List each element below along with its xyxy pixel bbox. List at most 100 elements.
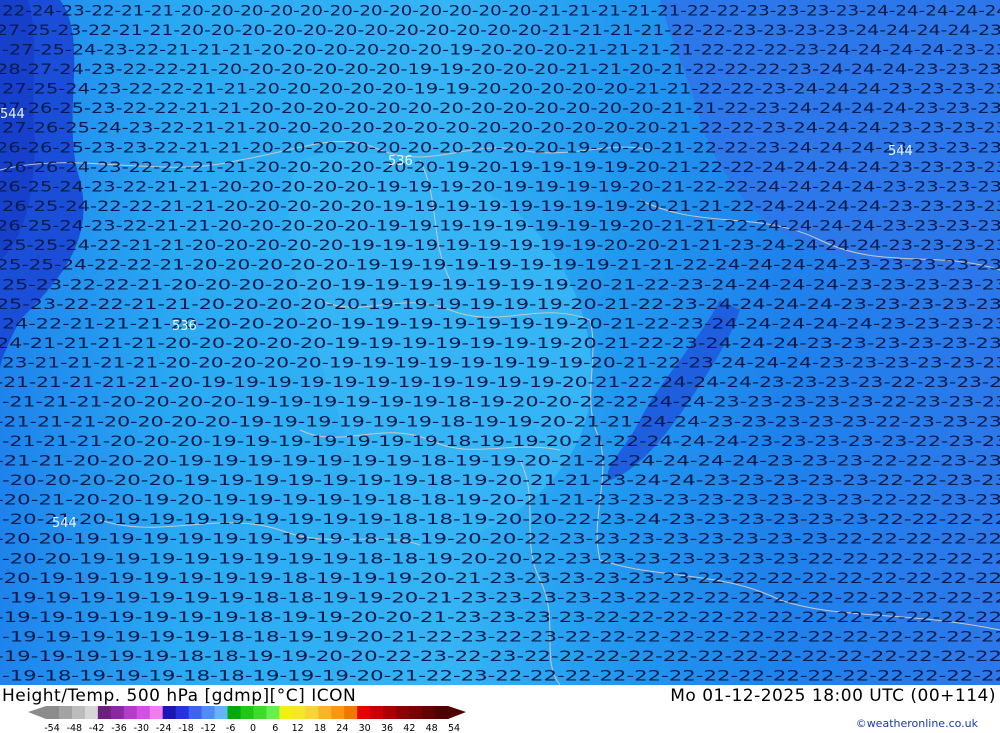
legend-color-box [253,706,267,719]
legend-color-box [227,706,242,719]
temperature-label-row: -20-21-20-19-19-19-19-19-19-19-19-18-18-… [2,512,1000,528]
legend-color-box [123,706,138,719]
legend-color-box [97,706,112,719]
legend-color-box [58,706,73,719]
temperature-label-row: 26-25-24-23-22-21-21-20-20-20-20-20-19-1… [0,179,1000,195]
legend-color-box [344,706,358,719]
legend-color-box [136,706,151,719]
geopotential-label: 544 [52,516,77,531]
legend-arrow-left [28,706,46,719]
temperature-label-row: 24-21-21-21-21-20-20-20-20-20-19-19-19-1… [0,336,1000,352]
legend-color-box [46,706,60,719]
geopotential-label: 544 [0,107,25,122]
temperature-label-row: 24-22-21-21-21-20-20-20-20-20-19-19-19-1… [2,316,1000,332]
valid-time: Mo 01-12-2025 18:00 UTC (00+114) [670,686,996,706]
legend-color-box [318,706,332,719]
temperature-label-row: -21-21-21-20-20-20-19-19-19-19-19-19-19-… [2,434,1000,450]
legend-tick-label: 24 [336,723,348,733]
temperature-label-row: 25-25-24-22-21-21-20-20-20-20-20-19-19-1… [2,238,1000,254]
legend-color-box [370,706,384,719]
legend-color-box [409,706,423,719]
legend-tick-label: 12 [292,723,304,733]
temperature-label-row: 27-25-24-23-22-22-21-21-20-20-20-20-20-1… [2,82,1000,98]
temperature-label-row: -19-18-19-19-19-18-18-19-19-19-20-21-22-… [2,669,1000,685]
temperature-label-row: -19-19-19-19-19-18-18-19-19-20-20-22-23-… [0,649,1000,665]
legend-tick-label: 42 [403,723,415,733]
legend-color-box [175,706,190,719]
temperature-label-row: 27-25-23-22-21-21-20-20-20-20-20-20-20-2… [0,23,1000,39]
legend-color-box [331,706,345,719]
temperature-label-row: 25-23-22-22-21-20-20-20-20-20-19-19-19-1… [2,277,1000,293]
temperature-label-row: -20-19-19-19-19-19-19-19-18-19-19-19-20-… [0,571,1000,587]
bottom-bar: Height/Temp. 500 hPa [gdmp][°C] ICON Mo … [0,685,1000,733]
temperature-label-row: -21-21-21-20-20-20-20-19-19-19-19-19-19-… [2,395,1000,411]
geopotential-label: 536 [172,319,197,334]
legend-tick-label: -42 [89,723,105,733]
legend-tick-label: 18 [314,723,326,733]
temperature-label-row: 27-26-25-24-23-22-21-21-20-20-20-20-20-2… [2,121,1000,137]
temperature-label-row: 26-25-24-23-22-21-21-20-20-20-20-20-19-1… [0,219,1000,235]
legend-color-box [201,706,216,719]
legend-arrow-right [448,706,466,719]
legend-color-box [71,706,86,719]
legend-color-box [422,706,436,719]
temperature-field: 22-24-23-22-21-21-20-20-20-20-20-20-20-2… [0,0,1000,685]
legend-color-box [292,706,306,719]
legend-tick-label: 0 [250,723,256,733]
temperature-label-row: 26-25-24-22-22-21-21-20-20-20-20-20-19-1… [2,199,1000,215]
legend-tick-label: 36 [381,723,393,733]
legend-color-box [84,706,99,719]
legend-tick-label: -12 [201,723,217,733]
legend-color-box [357,706,371,719]
color-legend: -54 -48 -42 -36 -30 -24 -18 -12 -6 0 6 12 18 24 30 36 42… [28,706,466,733]
temperature-label-row: -19-19-19-19-19-19-19-18-19-19-20-20-21-… [0,610,1000,626]
legend-color-box [149,706,164,719]
legend-color-box [383,706,397,719]
legend-color-box [266,706,280,719]
weather-map: 22-24-23-22-21-21-20-20-20-20-20-20-20-2… [0,0,1000,685]
credit-text[interactable]: ©weatheronline.co.uk [856,717,978,730]
legend-color-box [214,706,229,719]
legend-color-box [110,706,125,719]
temperature-label-row: 26-26-25-23-23-22-21-21-20-20-20-20-20-2… [0,140,1000,156]
legend-tick-label: -24 [156,723,172,733]
legend-tick-label: 30 [359,723,371,733]
legend-tick-label: -30 [134,723,150,733]
geopotential-label: 536 [388,154,413,169]
legend-color-box [305,706,319,719]
legend-tick-label: 6 [272,723,278,733]
temperature-label-row: 26-26-24-23-22-22-21-21-20-20-20-20-20-2… [2,160,1000,176]
legend-color-box [162,706,177,719]
temperature-label-row: -21-21-20-20-20-19-19-19-19-19-19-19-18-… [0,453,1000,469]
legend-color-box [279,706,293,719]
geopotential-label: 544 [888,144,913,159]
legend-color-box [188,706,203,719]
legend-tick-label: -48 [67,723,83,733]
temperature-label-row: 22-24-23-22-21-21-20-20-20-20-20-20-20-2… [2,3,1000,19]
temperature-label-row: -20-20-20-20-20-19-19-19-19-19-19-19-18-… [2,473,1000,489]
chart-title: Height/Temp. 500 hPa [gdmp][°C] ICON [2,686,357,706]
temperature-label-row: -21-21-21-20-20-20-20-19-19-19-19-19-19-… [0,414,1000,430]
temperature-label-row: 23-21-21-21-21-20-20-20-20-20-19-19-19-1… [2,356,1000,372]
legend-tick-label: 54 [448,723,460,733]
legend-tick-label: -36 [111,723,127,733]
temperature-label-row: -19-19-19-19-19-19-19-18-18-19-19-20-21-… [2,590,1000,606]
legend-tick-label: -18 [178,723,194,733]
legend-tick-label: -6 [226,723,235,733]
temperature-label-row: 25-23-22-22-21-21-20-20-20-20-20-19-19-1… [0,297,1000,313]
temperature-label-row: -20-20-19-19-19-19-19-19-19-19-18-18-19-… [2,551,1000,567]
temperature-label-row: 27-26-25-23-22-22-21-21-20-20-20-20-20-2… [0,101,1000,117]
legend-color-box [396,706,410,719]
legend-color-box [435,706,449,719]
legend-color-box [240,706,254,719]
temperature-label-row: 28-27-24-23-22-22-21-20-20-20-20-20-20-1… [0,62,1000,78]
temperature-label-row: 25-25-24-22-22-21-20-20-20-20-20-19-19-1… [0,258,1000,274]
temperature-label-row: -20-21-20-20-19-20-19-19-19-19-19-18-18-… [0,493,1000,509]
legend-tick-label: 48 [426,723,438,733]
temperature-labels: 22-24-23-22-21-21-20-20-20-20-20-20-20-2… [0,3,1000,684]
legend-tick-label: -54 [44,723,60,733]
temperature-label-row: -27-25-24-23-22-21-21-21-20-20-20-20-20-… [2,42,1000,58]
temperature-label-row: -19-19-19-19-19-19-18-18-19-19-20-21-22-… [2,630,1000,646]
temperature-label-row: -20-20-19-19-19-19-19-19-19-19-18-18-19-… [0,532,1000,548]
temperature-label-row: -21-21-21-21-21-20-19-19-19-19-19-19-19-… [0,375,1000,391]
